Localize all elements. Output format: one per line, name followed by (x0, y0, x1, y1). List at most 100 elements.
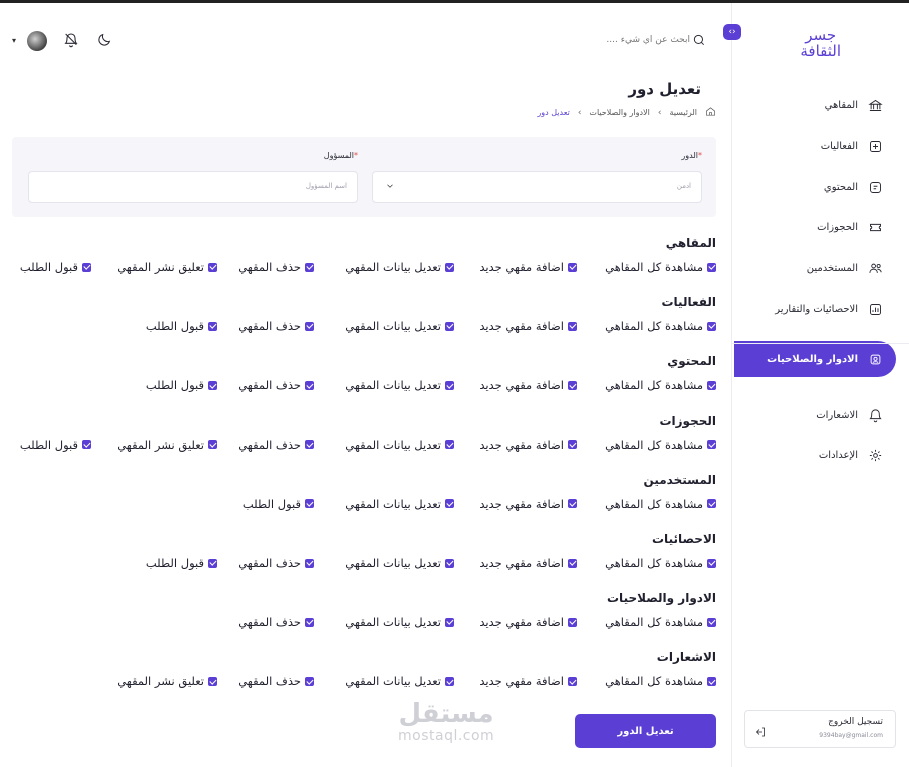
permission-checkbox[interactable]: اضافة مقهي جديد (479, 674, 577, 688)
checkbox-checked-icon[interactable] (445, 499, 454, 509)
checkbox-checked-icon[interactable] (208, 676, 217, 686)
owner-field[interactable]: اسم المسؤول (28, 171, 358, 203)
sidebar-item-1[interactable]: المقاهي (734, 87, 884, 123)
sidebar-item-4[interactable]: الحجوزات (734, 209, 884, 245)
permission-checkbox[interactable]: مشاهدة كل المقاهي (605, 378, 716, 392)
permission-checkbox[interactable]: مشاهدة كل المقاهي (605, 438, 716, 452)
permission-checkbox[interactable]: تعديل بيانات المقهي (345, 674, 454, 688)
permission-checkbox[interactable]: تعديل بيانات المقهي (345, 497, 454, 511)
checkbox-checked-icon[interactable] (208, 321, 217, 331)
home-icon[interactable] (705, 106, 716, 119)
checkbox-checked-icon[interactable] (568, 617, 577, 627)
permission-checkbox[interactable]: اضافة مقهي جديد (479, 319, 577, 333)
checkbox-checked-icon[interactable] (445, 440, 454, 450)
permission-checkbox[interactable]: اضافة مقهي جديد (479, 556, 577, 570)
permission-checkbox[interactable]: اضافة مقهي جديد (479, 497, 577, 511)
permission-checkbox[interactable]: قبول الطلب (146, 319, 217, 333)
permission-checkbox[interactable]: قبول الطلب (20, 260, 91, 274)
permission-checkbox[interactable]: قبول الطلب (146, 556, 217, 570)
checkbox-checked-icon[interactable] (305, 262, 314, 272)
permission-checkbox[interactable]: مشاهدة كل المقاهي (605, 556, 716, 570)
checkbox-checked-icon[interactable] (82, 440, 91, 450)
checkbox-checked-icon[interactable] (445, 321, 454, 331)
checkbox-checked-icon[interactable] (305, 676, 314, 686)
checkbox-checked-icon[interactable] (568, 558, 577, 568)
checkbox-checked-icon[interactable] (568, 262, 577, 272)
sidebar-item-3[interactable]: المحتوي (734, 169, 884, 205)
collapse-sidebar-icon[interactable]: ‹› (723, 24, 741, 40)
permission-checkbox[interactable]: مشاهدة كل المقاهي (605, 319, 716, 333)
checkbox-checked-icon[interactable] (208, 380, 217, 390)
sidebar-item-8[interactable]: الاشعارات (734, 397, 884, 433)
permission-checkbox[interactable]: تعليق نشر المقهي (117, 438, 217, 452)
permission-checkbox[interactable]: حذف المقهي (238, 615, 314, 629)
permission-checkbox[interactable]: مشاهدة كل المقاهي (605, 674, 716, 688)
moon-icon[interactable] (96, 32, 114, 50)
checkbox-checked-icon[interactable] (445, 676, 454, 686)
permission-checkbox[interactable]: اضافة مقهي جديد (479, 378, 577, 392)
search-bar[interactable] (500, 30, 710, 50)
checkbox-checked-icon[interactable] (208, 558, 217, 568)
permission-checkbox[interactable]: حذف المقهي (238, 556, 314, 570)
permission-checkbox[interactable]: اضافة مقهي جديد (479, 438, 577, 452)
checkbox-checked-icon[interactable] (707, 262, 716, 272)
checkbox-checked-icon[interactable] (568, 380, 577, 390)
checkbox-checked-icon[interactable] (707, 558, 716, 568)
role-select[interactable]: ادمن (372, 171, 702, 203)
permission-checkbox[interactable]: تعديل بيانات المقهي (345, 438, 454, 452)
permission-checkbox[interactable]: حذف المقهي (238, 319, 314, 333)
sidebar-item-2[interactable]: الفعاليات (734, 128, 884, 164)
logout-icon[interactable] (755, 723, 767, 737)
checkbox-checked-icon[interactable] (707, 440, 716, 450)
permission-checkbox[interactable]: تعديل بيانات المقهي (345, 319, 454, 333)
permission-checkbox[interactable]: قبول الطلب (20, 438, 91, 452)
checkbox-checked-icon[interactable] (445, 262, 454, 272)
checkbox-checked-icon[interactable] (82, 262, 91, 272)
permission-checkbox[interactable]: مشاهدة كل المقاهي (605, 497, 716, 511)
checkbox-checked-icon[interactable] (707, 499, 716, 509)
permission-checkbox[interactable]: حذف المقهي (238, 260, 314, 274)
checkbox-checked-icon[interactable] (707, 617, 716, 627)
checkbox-checked-icon[interactable] (707, 676, 716, 686)
breadcrumb-roles[interactable]: الادوار والصلاحيات (589, 108, 649, 117)
checkbox-checked-icon[interactable] (568, 440, 577, 450)
checkbox-checked-icon[interactable] (305, 321, 314, 331)
checkbox-checked-icon[interactable] (305, 617, 314, 627)
checkbox-checked-icon[interactable] (568, 676, 577, 686)
checkbox-checked-icon[interactable] (208, 440, 217, 450)
sidebar-item-6[interactable]: الاحصائيات والتقارير (734, 291, 884, 327)
edit-role-button[interactable]: تعديل الدور (575, 714, 716, 748)
permission-checkbox[interactable]: اضافة مقهي جديد (479, 260, 577, 274)
bell-icon[interactable] (63, 32, 81, 50)
sidebar-item-5[interactable]: المستخدمين (734, 250, 884, 286)
sidebar-item-7[interactable]: الادوار والصلاحيات (734, 341, 896, 377)
permission-checkbox[interactable]: تعديل بيانات المقهي (345, 556, 454, 570)
permission-checkbox[interactable]: تعليق نشر المقهي (117, 260, 217, 274)
checkbox-checked-icon[interactable] (305, 380, 314, 390)
permission-checkbox[interactable]: تعديل بيانات المقهي (345, 378, 454, 392)
permission-checkbox[interactable]: قبول الطلب (146, 378, 217, 392)
permission-checkbox[interactable]: تعديل بيانات المقهي (345, 615, 454, 629)
breadcrumb-home[interactable]: الرئيسية (669, 108, 697, 117)
avatar[interactable] (27, 31, 47, 51)
checkbox-checked-icon[interactable] (305, 558, 314, 568)
chevron-down-icon[interactable]: ▾ (12, 36, 16, 45)
search-input[interactable] (520, 32, 690, 48)
checkbox-checked-icon[interactable] (568, 499, 577, 509)
sidebar-item-9[interactable]: الإعدادات (734, 437, 884, 473)
permission-checkbox[interactable]: تعليق نشر المقهي (117, 674, 217, 688)
permission-checkbox[interactable]: حذف المقهي (238, 378, 314, 392)
permission-checkbox[interactable]: مشاهدة كل المقاهي (605, 615, 716, 629)
checkbox-checked-icon[interactable] (568, 321, 577, 331)
permission-checkbox[interactable]: قبول الطلب (243, 497, 314, 511)
checkbox-checked-icon[interactable] (445, 380, 454, 390)
permission-checkbox[interactable]: اضافة مقهي جديد (479, 615, 577, 629)
permission-checkbox[interactable]: تعديل بيانات المقهي (345, 260, 454, 274)
checkbox-checked-icon[interactable] (208, 262, 217, 272)
permission-checkbox[interactable]: حذف المقهي (238, 438, 314, 452)
logout-card[interactable]: تسجيل الخروج 9394bay@gmail.com (744, 710, 896, 748)
checkbox-checked-icon[interactable] (305, 440, 314, 450)
permission-checkbox[interactable]: مشاهدة كل المقاهي (605, 260, 716, 274)
permission-checkbox[interactable]: حذف المقهي (238, 674, 314, 688)
checkbox-checked-icon[interactable] (305, 499, 314, 509)
